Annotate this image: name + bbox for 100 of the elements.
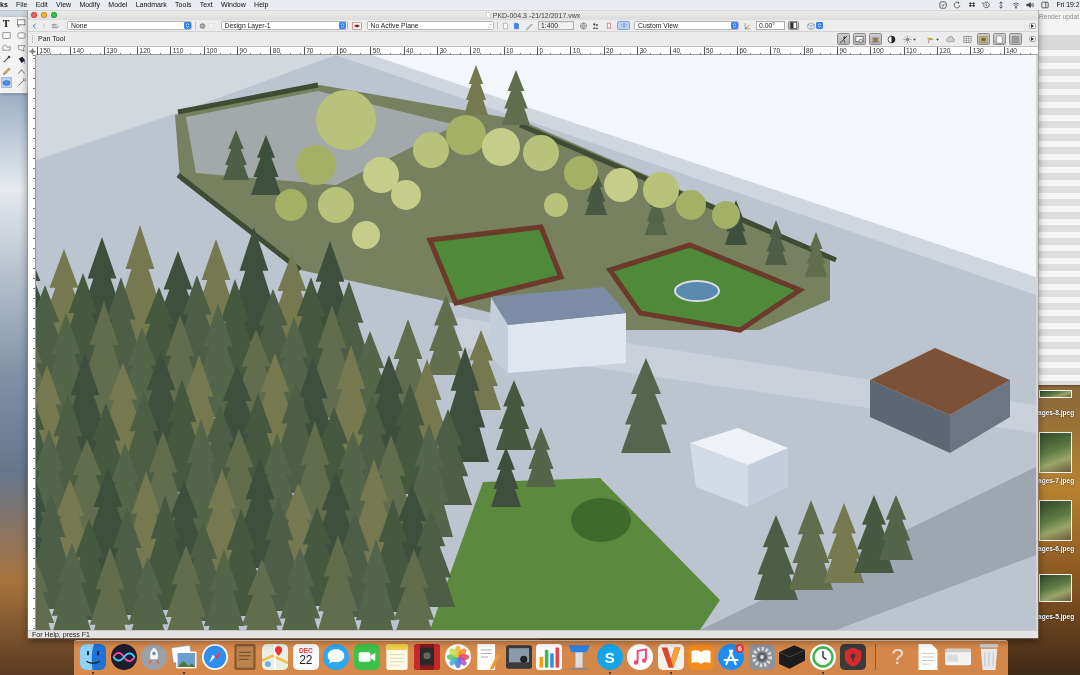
notebook-icon — [232, 644, 259, 670]
half-square-icon — [790, 22, 797, 29]
page-icon — [995, 34, 1004, 44]
shield-icon — [839, 644, 866, 670]
history-icon[interactable] — [982, 1, 991, 9]
eyedropper-icon — [1, 54, 11, 64]
calendar-day: 22 — [299, 654, 313, 667]
monitor-icon — [855, 34, 864, 44]
minimize-button[interactable] — [40, 12, 47, 18]
toggle-button[interactable] — [617, 21, 630, 30]
dropdown-caret-icon — [730, 22, 738, 29]
axes-icon[interactable] — [743, 21, 752, 30]
dock-item[interactable] — [444, 644, 471, 670]
orb-icon — [110, 644, 137, 670]
v-shape-icon — [657, 644, 684, 670]
dock-item[interactable] — [809, 644, 836, 670]
oval-icon — [1, 78, 11, 88]
flower-icon — [444, 644, 471, 670]
sidebar-icon[interactable] — [1040, 1, 1049, 9]
view-toggle-button[interactable] — [887, 33, 896, 45]
caret-icon — [913, 37, 916, 41]
wifi-icon[interactable] — [1011, 1, 1020, 9]
pencil-icon[interactable] — [525, 21, 533, 30]
dock-item[interactable] — [414, 644, 441, 670]
dock-item[interactable] — [505, 644, 532, 670]
image-thumbnail[interactable] — [1039, 432, 1072, 473]
cube-menu-button[interactable] — [804, 21, 825, 30]
dock-item[interactable] — [839, 644, 866, 670]
triangle-right-icon — [1031, 37, 1034, 41]
tool-button[interactable]: T — [0, 18, 12, 30]
crossed-lines-icon — [718, 644, 745, 670]
image-thumbnail[interactable] — [1039, 390, 1072, 398]
arrows-icon[interactable] — [997, 1, 1006, 9]
video-camera-icon — [353, 644, 380, 670]
view-toggle-button[interactable] — [837, 33, 850, 45]
compass-icon — [201, 644, 228, 670]
bookmark-icon[interactable] — [605, 21, 613, 30]
pencil-icon — [1, 66, 11, 76]
grid-icon — [963, 34, 972, 44]
dock-item[interactable] — [779, 644, 806, 670]
angle-icon — [16, 66, 26, 76]
expand-button[interactable] — [1029, 36, 1036, 42]
panel-icon — [1011, 34, 1020, 44]
stacked-lines-icon[interactable] — [51, 21, 59, 30]
dropdown-caret-icon — [339, 22, 346, 29]
music-note-icon — [627, 644, 654, 670]
view-toggle-button[interactable] — [944, 33, 957, 45]
view-toggle-button[interactable] — [902, 33, 917, 45]
close-button[interactable] — [30, 12, 37, 18]
speech-bubble-icon — [323, 644, 350, 670]
view-toggle-button[interactable] — [993, 33, 1006, 45]
view-toggle-button[interactable] — [853, 33, 866, 45]
gear-icon — [748, 644, 775, 670]
clock-icon — [809, 644, 836, 670]
dock-item[interactable] — [80, 644, 107, 670]
cloud-icon — [946, 34, 955, 44]
photo-stack-icon — [171, 644, 198, 670]
expand-button[interactable] — [1029, 22, 1036, 29]
eye-icon — [619, 22, 628, 29]
people-icon[interactable] — [591, 21, 600, 30]
triangle-right-icon — [1031, 23, 1034, 28]
caret-icon — [935, 37, 939, 41]
curtain-photo-icon — [414, 644, 441, 670]
dock-item[interactable] — [110, 644, 137, 670]
bar-chart-icon — [536, 644, 562, 670]
zoom-button[interactable] — [50, 12, 57, 18]
eye-icon[interactable] — [350, 21, 363, 30]
map-icon — [262, 644, 289, 670]
paint-bucket-icon — [16, 54, 26, 64]
document-icon — [485, 12, 491, 18]
volume-icon[interactable] — [1026, 1, 1035, 9]
view-toggle-button[interactable] — [977, 33, 990, 45]
image-thumbnail[interactable] — [1039, 500, 1072, 541]
dropdown-caret-icon — [488, 22, 492, 29]
checkmark-square-icon[interactable] — [938, 1, 947, 9]
bug-icon — [871, 34, 880, 44]
figure-slash-icon — [839, 34, 848, 44]
frame-icon — [979, 34, 988, 44]
view-toggle-button[interactable] — [869, 33, 882, 45]
back-icon[interactable] — [31, 21, 38, 30]
diamonds-icon[interactable] — [967, 1, 976, 9]
smiling-face-icon — [80, 644, 107, 670]
paper-pen-icon — [475, 644, 502, 670]
disc-icon[interactable] — [198, 21, 206, 30]
view-toggle-button[interactable] — [961, 33, 974, 45]
dock-item[interactable] — [748, 644, 775, 670]
notepad-icon — [384, 644, 411, 670]
crosshair-icon[interactable] — [28, 47, 36, 55]
open-book-icon — [687, 644, 714, 670]
sun-icon — [903, 34, 912, 44]
dropdown-caret-icon — [183, 22, 191, 29]
view-toggle-button[interactable] — [1009, 33, 1022, 45]
dock-item[interactable] — [171, 644, 198, 670]
image-thumbnail[interactable] — [1039, 574, 1072, 602]
photo-frame-icon — [505, 644, 532, 670]
sync-icon[interactable] — [953, 1, 962, 9]
dock-item[interactable] — [262, 644, 289, 670]
toggle-button[interactable] — [788, 21, 799, 30]
globe-icon[interactable] — [579, 21, 588, 30]
contrast-icon — [887, 34, 896, 44]
